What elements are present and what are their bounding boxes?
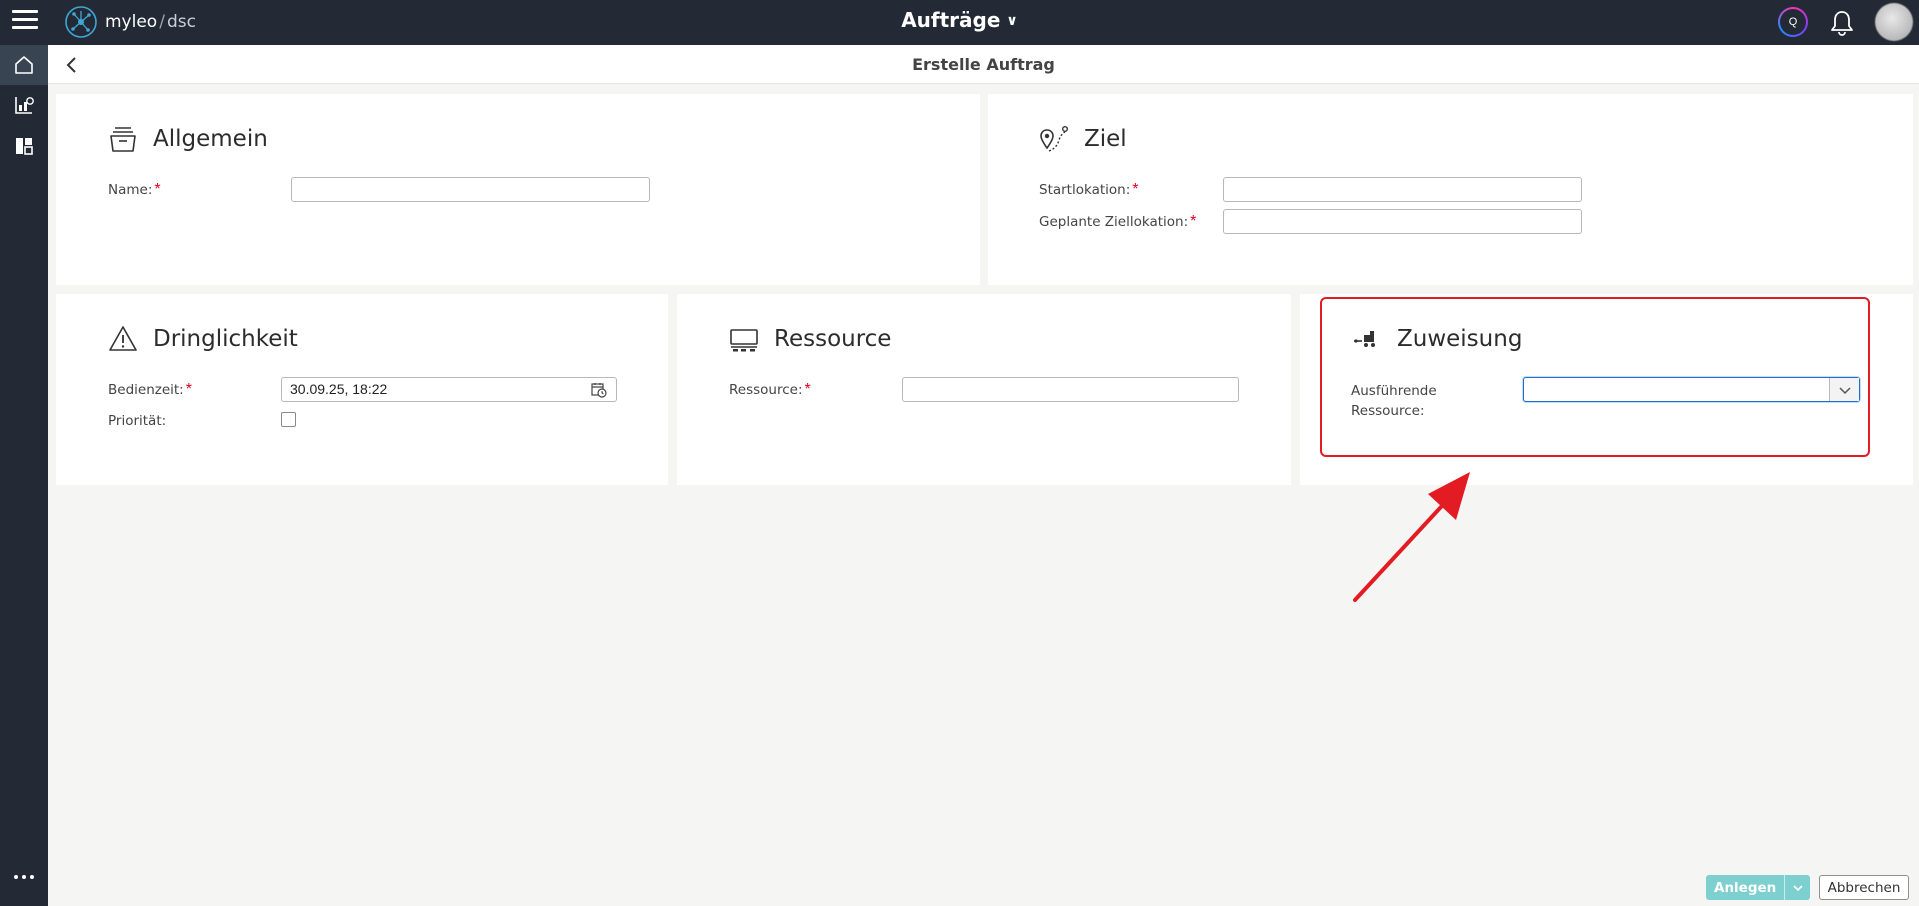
sidebar-item-home[interactable] — [0, 45, 48, 85]
warning-icon — [109, 326, 137, 351]
create-button-label: Anlegen — [1714, 879, 1777, 896]
name-label: Name: — [108, 182, 153, 198]
create-options-toggle[interactable] — [1784, 875, 1810, 900]
ziel-label-row: Geplante Ziellokation: * — [1039, 213, 1196, 231]
name-label-row: Name: * — [108, 181, 161, 199]
bedienzeit-value: 30.09.25, 18:22 — [290, 381, 388, 397]
sidebar — [0, 45, 48, 906]
page-title: Erstelle Auftrag — [912, 55, 1055, 74]
start-label-row: Startlokation: * — [1039, 181, 1139, 199]
top-bar: myleo / dsc Aufträge ∨ Q — [0, 0, 1919, 45]
q-icon[interactable]: Q — [1778, 7, 1808, 37]
archive-icon — [110, 127, 136, 152]
required-marker: * — [185, 381, 192, 398]
card-title: Ziel — [1084, 126, 1127, 152]
card-header: Ziel — [1039, 124, 1127, 154]
bedienzeit-label-row: Bedienzeit: * — [108, 381, 192, 399]
name-input[interactable] — [291, 177, 650, 202]
create-button[interactable]: Anlegen — [1706, 875, 1810, 900]
required-marker: * — [804, 381, 811, 398]
bedienzeit-datetime-input[interactable]: 30.09.25, 18:22 — [281, 377, 617, 402]
ressource-label-row: Ressource: * — [729, 381, 811, 399]
card-ziel: Ziel Startlokation: * Geplante Ziellokati… — [988, 94, 1913, 285]
calendar-clock-icon[interactable] — [591, 382, 607, 398]
avatar[interactable] — [1875, 3, 1913, 41]
required-marker: * — [1190, 213, 1197, 230]
bell-icon[interactable] — [1829, 9, 1855, 37]
route-pin-icon — [1040, 126, 1069, 152]
home-icon — [15, 56, 33, 74]
chevron-down-icon — [1792, 884, 1803, 891]
chevron-down-icon: ∨ — [1006, 13, 1018, 29]
q-badge: Q — [1780, 9, 1806, 35]
bedienzeit-label: Bedienzeit: — [108, 382, 184, 398]
sidebar-item-dashboard[interactable] — [0, 126, 48, 166]
card-header: Allgemein — [108, 124, 268, 154]
card-dringlichkeit: Dringlichkeit Bedienzeit: * 30.09.25, 18:… — [56, 294, 668, 485]
more-icon[interactable] — [0, 867, 48, 887]
page-header: Erstelle Auftrag — [48, 45, 1919, 84]
cancel-button[interactable]: Abbrechen — [1819, 875, 1909, 900]
start-location-input[interactable] — [1223, 177, 1582, 202]
ziel-label: Geplante Ziellokation: — [1039, 214, 1189, 230]
card-title: Dringlichkeit — [153, 326, 298, 352]
card-ressource: Ressource Ressource: * — [677, 294, 1291, 485]
required-marker: * — [1132, 181, 1139, 198]
card-header: Dringlichkeit — [108, 324, 298, 354]
ressource-label: Ressource: — [729, 382, 803, 398]
dashboard-icon — [16, 138, 33, 155]
start-label: Startlokation: — [1039, 182, 1131, 198]
app-switcher[interactable]: Aufträge ∨ — [0, 8, 1919, 32]
resource-icon — [730, 329, 758, 352]
prioritaet-label: Priorität: — [108, 413, 167, 429]
ressource-input[interactable] — [902, 377, 1239, 402]
prioritaet-label-row: Priorität: — [108, 413, 166, 429]
card-title: Ressource — [774, 326, 892, 352]
app-title: Aufträge — [901, 8, 1001, 32]
required-marker: * — [154, 181, 161, 198]
prioritaet-checkbox[interactable] — [281, 412, 296, 427]
card-allgemein: Allgemein Name: * — [56, 94, 980, 285]
sidebar-item-reports[interactable] — [0, 85, 48, 125]
chart-icon — [15, 97, 34, 114]
card-title: Allgemein — [153, 126, 268, 152]
card-header: Ressource — [729, 324, 891, 354]
annotation-highlight-box — [1320, 297, 1870, 457]
target-location-input[interactable] — [1223, 209, 1582, 234]
